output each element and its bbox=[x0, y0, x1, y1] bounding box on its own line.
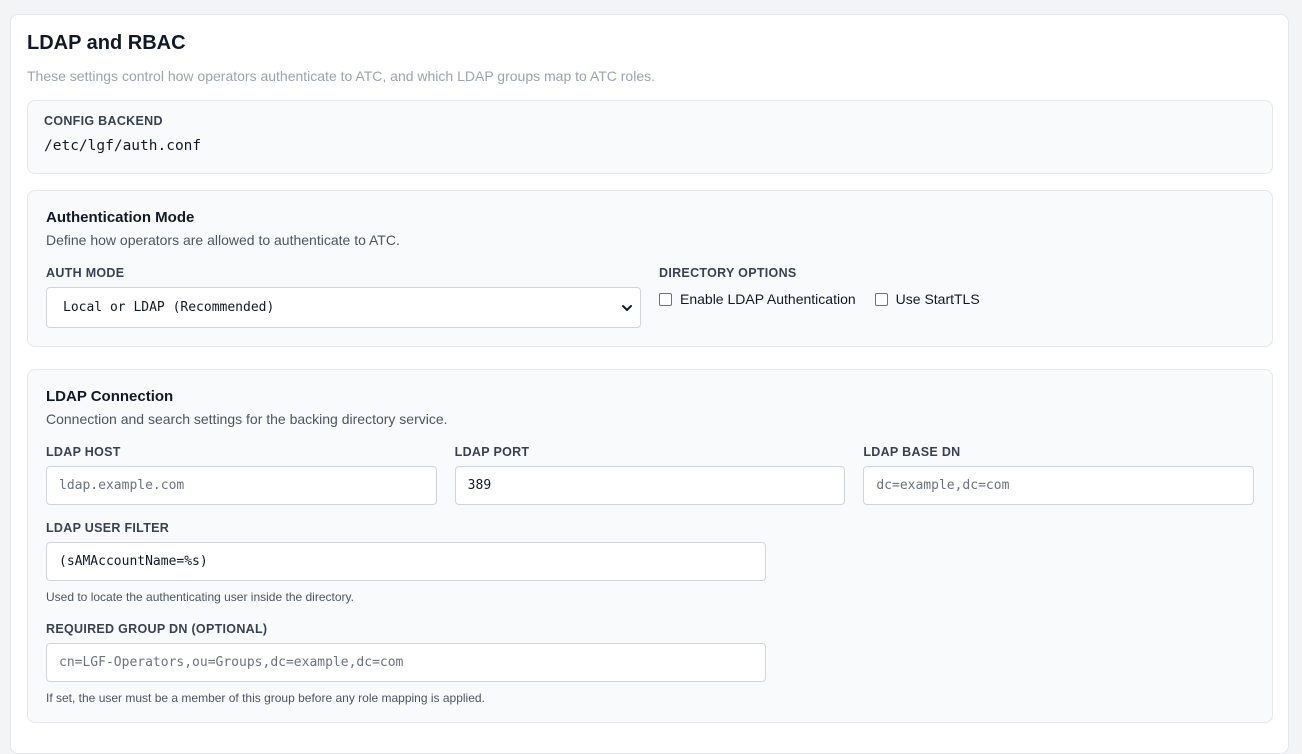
required-group-dn-hint: If set, the user must be a member of thi… bbox=[46, 691, 485, 705]
required-group-dn-label: REQUIRED GROUP DN (OPTIONAL) bbox=[46, 622, 268, 636]
required-group-dn-placeholder: cn=LGF-Operators,ou=Groups,dc=example,dc… bbox=[59, 655, 404, 670]
auth-mode-selected-value: Local or LDAP (Recommended) bbox=[63, 300, 275, 315]
enable-ldap-checkbox[interactable] bbox=[659, 292, 672, 306]
config-backend-panel: CONFIG BACKEND /etc/lgf/auth.conf bbox=[27, 100, 1273, 174]
ldap-connection-section: LDAP Connection Connection and search se… bbox=[27, 369, 1273, 723]
auth-mode-select[interactable]: Local or LDAP (Recommended) bbox=[46, 287, 641, 328]
use-starttls-checkbox[interactable] bbox=[874, 292, 888, 306]
ldap-host-input[interactable]: ldap.example.com bbox=[46, 466, 437, 505]
section-description: Connection and search settings for the b… bbox=[46, 411, 448, 427]
ldap-user-filter-value: (sAMAccountName=%s) bbox=[59, 554, 208, 569]
config-backend-value: /etc/lgf/auth.conf bbox=[44, 138, 202, 154]
config-backend-label: CONFIG BACKEND bbox=[44, 114, 163, 128]
page-title: LDAP and RBAC bbox=[27, 32, 186, 54]
page-subtitle: These settings control how operators aut… bbox=[27, 68, 655, 84]
directory-options-label: DIRECTORY OPTIONS bbox=[659, 266, 797, 280]
authentication-mode-section: Authentication Mode Define how operators… bbox=[27, 190, 1273, 347]
ldap-base-dn-input[interactable]: dc=example,dc=com bbox=[863, 466, 1255, 505]
required-group-dn-input[interactable]: cn=LGF-Operators,ou=Groups,dc=example,dc… bbox=[46, 643, 766, 682]
ldap-port-label: LDAP PORT bbox=[454, 445, 530, 459]
ldap-base-dn-placeholder: dc=example,dc=com bbox=[876, 478, 1010, 493]
settings-card: LDAP and RBAC These settings control how… bbox=[10, 14, 1289, 754]
ldap-user-filter-input[interactable]: (sAMAccountName=%s) bbox=[46, 542, 766, 581]
section-description: Define how operators are allowed to auth… bbox=[46, 232, 400, 248]
auth-mode-label: AUTH MODE bbox=[46, 266, 125, 280]
ldap-user-filter-label: LDAP USER FILTER bbox=[46, 521, 170, 535]
section-title: LDAP Connection bbox=[46, 388, 174, 405]
ldap-port-input[interactable]: 389 bbox=[454, 466, 846, 505]
ldap-host-placeholder: ldap.example.com bbox=[59, 478, 185, 493]
enable-ldap-label[interactable]: Enable LDAP Authentication bbox=[680, 291, 856, 307]
ldap-host-label: LDAP HOST bbox=[46, 445, 121, 459]
ldap-port-value: 389 bbox=[467, 478, 492, 493]
ldap-user-filter-hint: Used to locate the authenticating user i… bbox=[46, 590, 354, 604]
chevron-down-icon bbox=[622, 304, 632, 311]
ldap-base-dn-label: LDAP BASE DN bbox=[863, 445, 961, 459]
section-title: Authentication Mode bbox=[46, 209, 195, 226]
use-starttls-label[interactable]: Use StartTLS bbox=[896, 291, 980, 307]
